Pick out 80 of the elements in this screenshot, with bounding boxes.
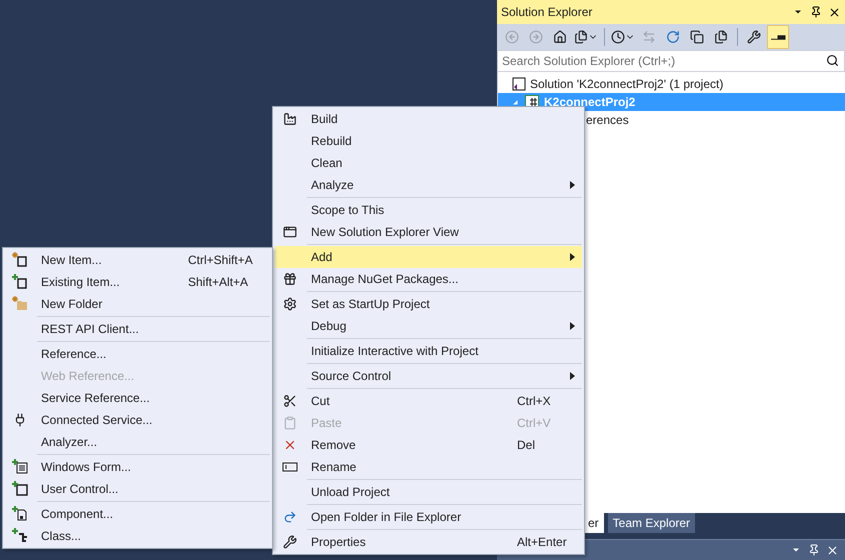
submenu-arrow-icon (570, 181, 574, 189)
submenu-arrow-icon (570, 322, 574, 330)
solution-icon (510, 76, 526, 92)
menu-item[interactable]: Initialize Interactive with Project (275, 340, 582, 362)
package-icon (283, 272, 297, 286)
new-folder-icon (12, 296, 28, 312)
window-icon (283, 225, 297, 239)
menu-item[interactable]: Scope to This (275, 199, 582, 221)
forward-icon (529, 30, 543, 44)
menu-item[interactable]: Open Folder in File Explorer (275, 506, 582, 528)
menu-item[interactable]: Add (275, 246, 582, 268)
shortcut-text: Alt+Enter (517, 535, 567, 549)
pin-icon (810, 6, 822, 18)
curved-arrow-icon (283, 510, 297, 524)
menu-item[interactable]: Remove Del (275, 434, 582, 456)
new-item-icon (12, 252, 28, 268)
plug-icon (13, 413, 27, 427)
refresh-icon (666, 30, 680, 44)
menu-item[interactable]: Debug (275, 315, 582, 337)
clipboard-icon (283, 416, 297, 430)
menu-item[interactable]: Manage NuGet Packages... (275, 268, 582, 290)
shortcut-text: Ctrl+V (517, 416, 552, 430)
control-icon (12, 481, 28, 497)
menu-item[interactable]: Class... (5, 525, 270, 547)
menu-item[interactable]: New Folder (5, 293, 270, 315)
remove-icon (283, 438, 297, 452)
close-icon (826, 544, 839, 556)
panel-tab[interactable]: Team Explorer (608, 513, 696, 533)
menu-item[interactable]: Analyzer... (5, 431, 270, 453)
scissors-icon (283, 394, 297, 408)
menu-item[interactable]: Cut Ctrl+X (275, 390, 582, 412)
class-icon (12, 528, 28, 544)
clock-icon (611, 30, 625, 44)
search-field[interactable]: Search Solution Explorer (Ctrl+;) (497, 50, 845, 72)
menu-item[interactable]: Rebuild (275, 130, 582, 152)
submenu-arrow-icon (570, 372, 574, 380)
tree-item[interactable]: Solution 'K2connectProj2' (1 project) (498, 75, 845, 93)
menu-item[interactable]: Existing Item... Shift+Alt+A (5, 271, 270, 293)
menu-item[interactable]: REST API Client... (5, 318, 270, 340)
menu-item[interactable]: Source Control (275, 365, 582, 387)
menu-item[interactable]: New Item... Ctrl+Shift+A (5, 249, 270, 271)
menu-item[interactable]: Component... (5, 503, 270, 525)
menu-item[interactable]: Reference... (5, 343, 270, 365)
shortcut-text: Ctrl+X (517, 394, 552, 408)
menu-item[interactable]: Build (275, 108, 582, 130)
menu-item[interactable]: Clean (275, 152, 582, 174)
menu-item[interactable]: Service Reference... (5, 387, 270, 409)
panel-title-bar: Solution Explorer (497, 0, 845, 24)
add-item-icon (12, 274, 28, 290)
menu-item[interactable]: Connected Service... (5, 409, 270, 431)
menu-item[interactable]: Rename (275, 456, 582, 478)
menu-item[interactable]: Set as StartUp Project (275, 293, 582, 315)
shortcut-text: Shift+Alt+A (188, 275, 250, 289)
menu-item[interactable]: New Solution Explorer View (275, 221, 582, 243)
wrench-icon (283, 535, 297, 549)
menu-item[interactable]: User Control... (5, 478, 270, 500)
form-icon (12, 459, 28, 475)
files-icon (714, 30, 728, 44)
gear-icon (283, 297, 297, 311)
menu-item[interactable]: Unload Project (275, 481, 582, 503)
pin-icon (808, 544, 820, 556)
menu-item[interactable]: Analyze (275, 174, 582, 196)
toolbar-button[interactable] (767, 25, 789, 49)
home-icon (553, 30, 567, 44)
back-icon (505, 30, 519, 44)
shortcut-text: Ctrl+Shift+A (188, 253, 254, 267)
sync-icon (574, 30, 588, 44)
collapse-icon (690, 30, 704, 44)
shortcut-text: Del (517, 438, 536, 452)
close-icon (828, 6, 841, 18)
menu-item[interactable]: Properties Alt+Enter (275, 531, 582, 553)
panel-tab[interactable]: er (583, 513, 604, 533)
submenu-arrow-icon (570, 253, 574, 261)
wrench-icon (747, 30, 761, 44)
factory-icon (283, 112, 297, 126)
pin-toggle-icon (770, 34, 786, 40)
arrows-icon (642, 30, 656, 44)
search-icon (826, 54, 839, 67)
component-icon (12, 506, 28, 522)
menu-item[interactable]: Windows Form... (5, 456, 270, 478)
